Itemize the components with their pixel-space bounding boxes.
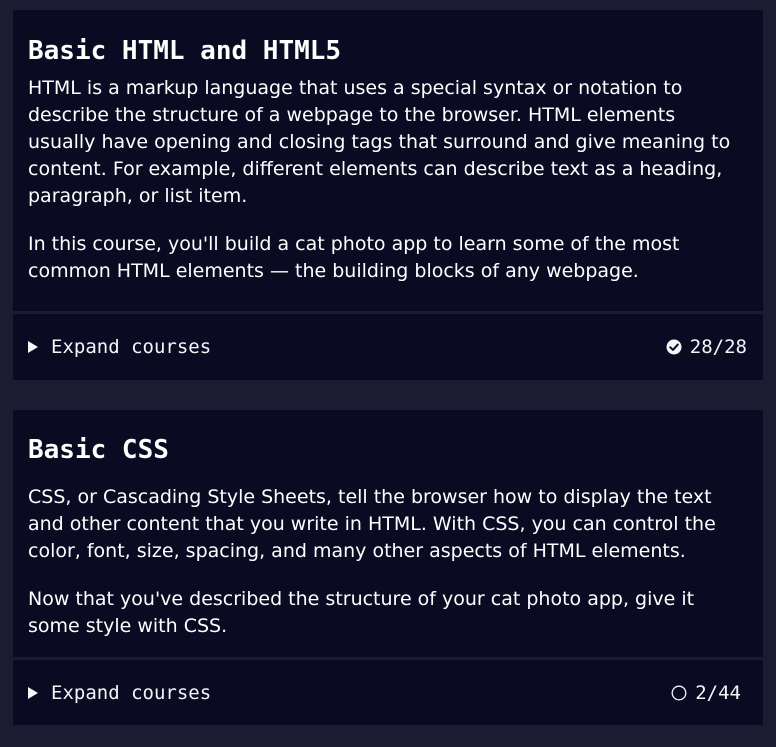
progress-count: 28/28	[689, 336, 747, 358]
divider	[13, 657, 763, 660]
expand-courses-button[interactable]: Expand courses 28/28	[13, 315, 763, 379]
block-description: Now that you've described the structure …	[28, 588, 695, 637]
block-description: CSS, or Cascading Style Sheets, tell the…	[28, 486, 716, 562]
block-description: In this course, you'll build a cat photo…	[28, 233, 680, 282]
course-block-basic-css: Basic CSS CSS, or Cascading Style Sheets…	[13, 410, 763, 725]
caret-right-icon	[28, 687, 38, 699]
check-circle-icon	[666, 339, 682, 355]
block-description: HTML is a markup language that uses a sp…	[28, 77, 731, 207]
expand-courses-label: Expand courses	[51, 336, 212, 358]
expand-courses-button[interactable]: Expand courses 2/44	[13, 661, 763, 725]
progress-indicator: 28/28	[666, 315, 747, 379]
block-title: Basic CSS	[28, 435, 169, 465]
progress-indicator: 2/44	[671, 661, 741, 725]
divider	[13, 311, 763, 314]
empty-circle-icon	[671, 685, 687, 701]
course-block-content: Basic HTML and HTML5 HTML is a markup la…	[13, 10, 763, 285]
caret-right-icon	[28, 341, 38, 353]
course-block-basic-html: Basic HTML and HTML5 HTML is a markup la…	[13, 10, 763, 380]
course-block-content: Basic CSS CSS, or Cascading Style Sheets…	[13, 410, 763, 640]
expand-courses-label: Expand courses	[51, 682, 212, 704]
progress-count: 2/44	[695, 682, 741, 704]
block-title: Basic HTML and HTML5	[28, 36, 342, 66]
